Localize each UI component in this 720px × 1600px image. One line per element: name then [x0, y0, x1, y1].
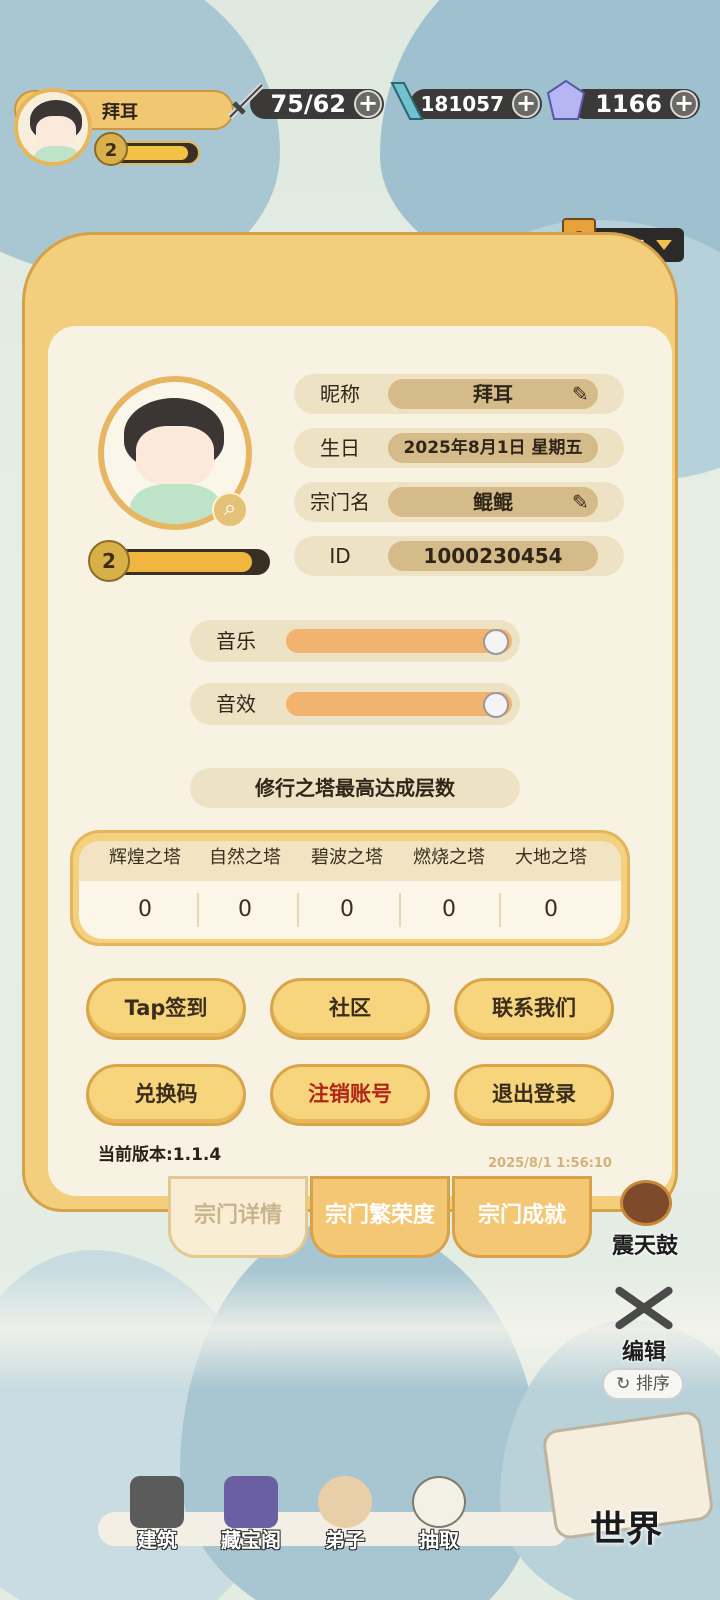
nav-label: 弟子	[325, 1528, 365, 1552]
music-slider-knob[interactable]	[483, 629, 509, 655]
profile-level: 2	[88, 540, 272, 582]
tower-value: 0	[138, 897, 152, 922]
tower-header: 碧波之塔	[311, 847, 383, 868]
sfx-slider-knob[interactable]	[483, 692, 509, 718]
player-level-badge: 2	[94, 132, 128, 166]
tower-value: 0	[442, 897, 456, 922]
tab-sect-achievements[interactable]: 宗门成就	[452, 1176, 592, 1258]
nickname-row: 昵称 拜耳 ✎	[294, 374, 624, 414]
contact-us-button[interactable]: 联系我们	[454, 978, 614, 1040]
sect-value: 鲲鲲	[388, 487, 598, 517]
jade-counter: 181057 +	[390, 82, 542, 120]
player-avatar[interactable]	[14, 88, 92, 166]
tower-value: 0	[544, 897, 558, 922]
treasure-tower-icon	[224, 1476, 278, 1528]
redeem-code-button[interactable]: 兑换码	[86, 1064, 246, 1126]
sort-label: 排序	[635, 1374, 670, 1394]
sfx-label: 音效	[216, 692, 256, 716]
add-stamina-button[interactable]: +	[354, 90, 382, 118]
magnify-icon[interactable]: ⌕	[212, 492, 248, 528]
tower-header: 辉煌之塔	[109, 847, 181, 868]
nav-treasury[interactable]: 藏宝阁	[206, 1470, 296, 1580]
tower-value: 0	[340, 897, 354, 922]
nickname-value: 拜耳	[388, 379, 598, 409]
tower-header: 燃烧之塔	[413, 847, 485, 868]
nav-draw[interactable]: 抽取	[394, 1470, 484, 1580]
nav-label: 藏宝阁	[221, 1528, 281, 1552]
gem-value: 1166	[595, 90, 662, 118]
tab-sect-details[interactable]: 宗门详情	[168, 1176, 308, 1258]
profile-level-badge: 2	[88, 540, 130, 582]
music-slider[interactable]	[286, 629, 512, 653]
logout-button[interactable]: 退出登录	[454, 1064, 614, 1126]
stamina-value: 75/62	[270, 90, 346, 118]
sect-label: 宗门名	[310, 490, 370, 514]
add-jade-button[interactable]: +	[512, 90, 540, 118]
nickname-label: 昵称	[320, 382, 360, 406]
version-label: 当前版本:1.1.4	[98, 1145, 222, 1165]
tap-checkin-button[interactable]: Tap签到	[86, 978, 246, 1040]
player-name: 拜耳	[102, 102, 138, 123]
pavilion-icon	[130, 1476, 184, 1528]
edit-button[interactable]	[604, 1280, 682, 1336]
tower-table: 辉煌之塔 自然之塔 碧波之塔 燃烧之塔 大地之塔 0 0 0 0 0	[70, 830, 630, 946]
nav-label: 抽取	[419, 1528, 459, 1552]
stamina-counter: 75/62 +	[227, 82, 384, 120]
tower-value: 0	[238, 897, 252, 922]
add-gem-button[interactable]: +	[670, 90, 698, 118]
edit-label: 编辑	[622, 1340, 667, 1365]
brush-edit-icon[interactable]: ✎	[572, 383, 594, 405]
tower-header: 自然之塔	[209, 847, 281, 868]
nav-disciples[interactable]: 弟子	[300, 1470, 390, 1580]
winged-bird-icon	[412, 1476, 466, 1528]
community-button[interactable]: 社区	[270, 978, 430, 1040]
gem-icon	[546, 79, 586, 120]
music-label: 音乐	[216, 629, 256, 653]
id-value: 1000230454	[388, 541, 598, 571]
tower-title: 修行之塔最高达成层数	[190, 768, 520, 808]
id-row: ID 1000230454	[294, 536, 624, 576]
tab-sect-prosperity[interactable]: 宗门繁荣度	[310, 1176, 450, 1258]
birthday-label: 生日	[320, 436, 360, 460]
jade-value: 181057	[420, 92, 505, 116]
disciple-face-icon	[318, 1476, 372, 1528]
delete-account-button[interactable]: 注销账号	[270, 1064, 430, 1126]
gem-counter: 1166 +	[546, 79, 700, 120]
sfx-slider[interactable]	[286, 692, 512, 716]
sort-button[interactable]: ↻ 排序	[602, 1368, 684, 1400]
brush-edit-icon[interactable]: ✎	[572, 491, 594, 513]
id-label: ID	[329, 544, 351, 568]
sfx-setting: 音效	[190, 683, 520, 725]
timestamp: 2025/8/1 1:56:10	[488, 1156, 612, 1171]
sword-icon	[227, 82, 265, 120]
birthday-row: 生日 2025年8月1日 星期五	[294, 428, 624, 468]
chevron-down-icon	[656, 240, 672, 250]
birthday-value: 2025年8月1日 星期五	[388, 433, 598, 463]
refresh-icon: ↻	[616, 1374, 631, 1394]
world-button-label[interactable]: 世界	[590, 1500, 662, 1552]
tower-header: 大地之塔	[515, 847, 587, 868]
drum-icon	[620, 1180, 672, 1226]
nav-buildings[interactable]: 建筑	[112, 1470, 202, 1580]
sect-row: 宗门名 鲲鲲 ✎	[294, 482, 624, 522]
drum-label: 震天鼓	[612, 1234, 679, 1259]
music-setting: 音乐	[190, 620, 520, 662]
nav-label: 建筑	[137, 1528, 177, 1552]
